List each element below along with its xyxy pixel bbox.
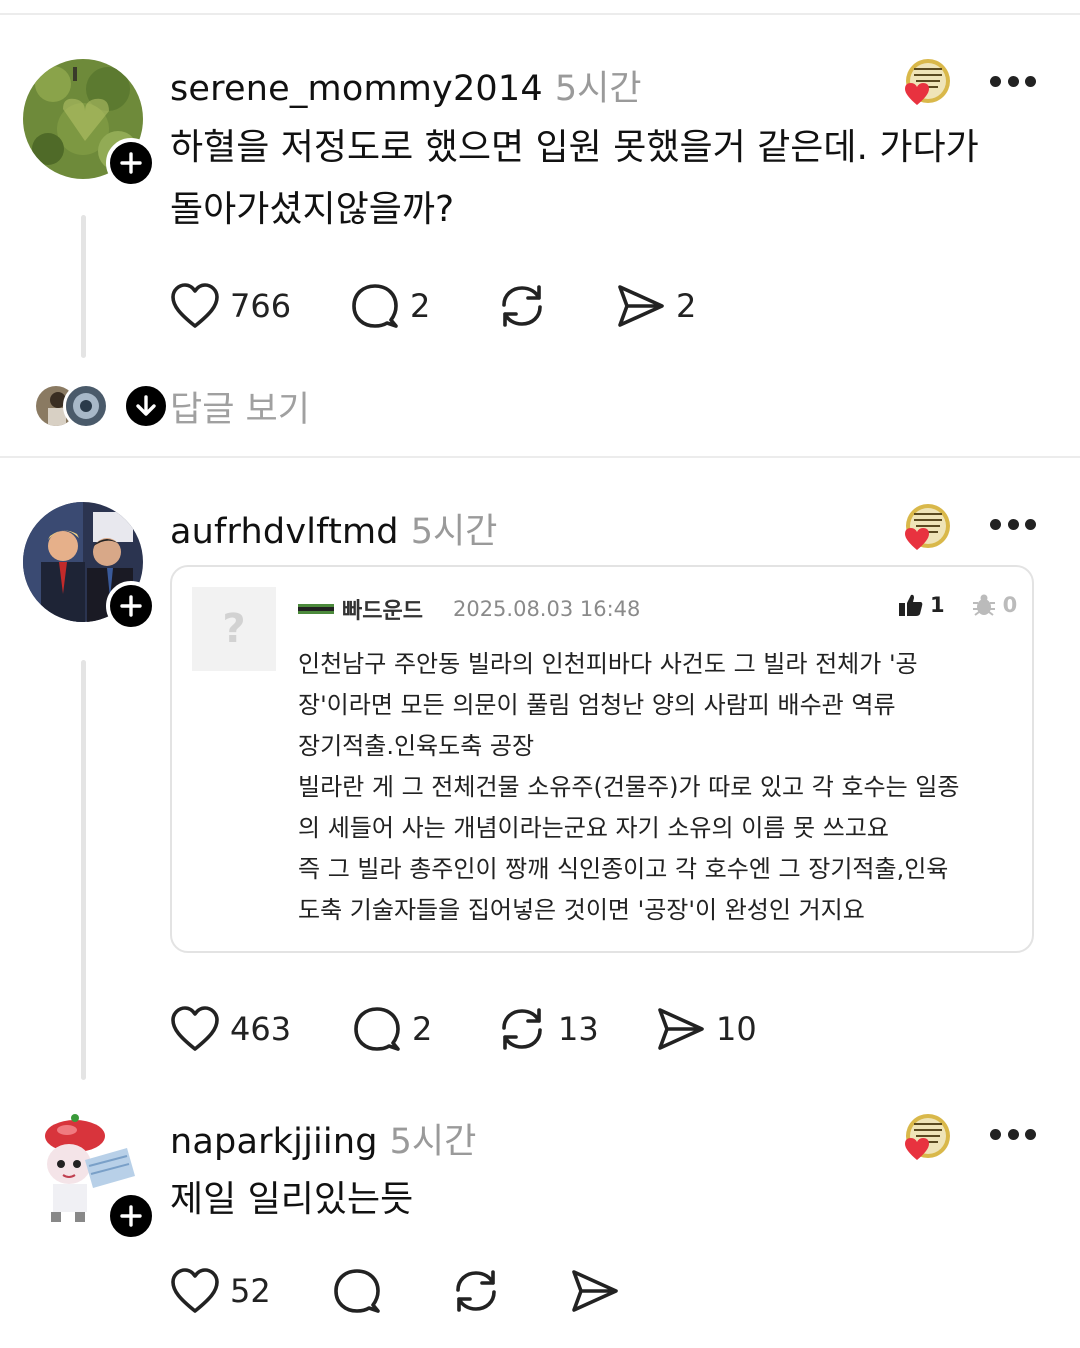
bug-icon — [972, 594, 995, 616]
repost-count: 13 — [558, 1010, 599, 1048]
comment-button[interactable]: 2 — [352, 1001, 432, 1057]
thumbs-up-icon — [899, 594, 923, 616]
quote-body: 인천남구 주안동 빌라의 인천피바다 사건도 그 빌라 전체가 '공 장'이라면… — [298, 644, 1018, 931]
repost-icon — [456, 1270, 496, 1312]
repost-icon — [502, 1008, 542, 1050]
post-text-line: 제일 일리있는듯 — [170, 1179, 414, 1220]
award-badge-icon[interactable] — [892, 55, 954, 117]
heart-icon — [171, 283, 219, 328]
plus-icon — [120, 595, 142, 617]
speech-bubble-icon — [334, 1269, 380, 1313]
avatar-wrap[interactable] — [23, 502, 156, 631]
comment-button[interactable] — [332, 1263, 382, 1319]
quote-line: 장'이라면 모든 의문이 풀림 엄청난 양의 사람피 배수관 역류 — [298, 691, 896, 719]
like-count: 463 — [230, 1010, 292, 1048]
more-dots-icon[interactable] — [990, 75, 1036, 87]
quote-date: 2025.08.03 16:48 — [452, 597, 641, 621]
top-divider — [0, 13, 1080, 15]
arrow-down-icon — [136, 395, 156, 416]
speech-bubble-icon — [354, 1007, 400, 1051]
send-icon — [572, 1270, 618, 1312]
award-badge-icon[interactable] — [892, 1110, 954, 1172]
heart-icon — [171, 1268, 219, 1313]
share-button[interactable]: 2 — [616, 278, 696, 334]
upvote-count: 1 — [930, 593, 945, 617]
comment-count: 2 — [412, 1010, 433, 1048]
repost-button[interactable]: 13 — [496, 1001, 599, 1057]
share-count: 10 — [716, 1010, 757, 1048]
share-button[interactable] — [570, 1263, 620, 1319]
award-badge-icon[interactable] — [892, 500, 954, 562]
plus-icon — [120, 152, 142, 174]
heart-icon — [171, 1006, 219, 1051]
follow-button[interactable] — [106, 581, 156, 631]
quote-line: 즉 그 빌라 총주인이 짱깨 식인종이고 각 호수엔 그 장기적출,인육 — [298, 855, 949, 883]
thread-line — [81, 660, 86, 1080]
post-text: 하혈을 저정도로 했으면 입원 못했을거 같은데. 가다가 돌아가셨지않을까? — [170, 117, 990, 241]
follow-button[interactable] — [106, 1191, 156, 1241]
like-button[interactable]: 52 — [170, 1263, 271, 1319]
send-icon — [618, 285, 664, 327]
post-text: 제일 일리있는듯 — [170, 1169, 990, 1231]
thread-line — [81, 215, 86, 358]
flag-icon — [298, 604, 334, 614]
replies-preview[interactable]: 답글 보기 — [33, 381, 433, 432]
quote-line: 빌라란 게 그 전체건물 소유주(건물주)가 따로 있고 각 호수는 일종 — [298, 773, 960, 801]
see-replies-link[interactable]: 답글 보기 — [170, 381, 310, 432]
timestamp: 5시간 — [554, 69, 642, 109]
share-button[interactable]: 10 — [656, 1001, 757, 1057]
comment-button[interactable]: 2 — [350, 278, 430, 334]
post-text-line: 하혈을 저정도로 했으면 입원 못했을거 같은데. 가다가 — [170, 127, 979, 168]
like-button[interactable]: 766 — [170, 278, 291, 334]
quote-line: 도축 기술자들을 집어넣은 것이면 '공장'이 완성인 거지요 — [298, 896, 865, 924]
quote-thumbnail: ? — [192, 587, 276, 671]
downvote-count: 0 — [1002, 593, 1018, 617]
quote-header: 빠드운드 2025.08.03 16:48 — [298, 593, 640, 625]
follow-button[interactable] — [106, 138, 156, 188]
like-count: 766 — [230, 287, 292, 325]
share-count: 2 — [676, 287, 697, 325]
avatar-wrap[interactable] — [23, 59, 156, 188]
quote-line: 장기적출.인육도축 공장 — [298, 732, 535, 760]
more-dots-icon[interactable] — [990, 1128, 1036, 1140]
username[interactable]: serene_mommy2014 — [170, 69, 543, 109]
repost-button[interactable] — [450, 1263, 502, 1319]
quote-votes: 1 0 — [898, 593, 1017, 617]
quote-line: 의 세들어 사는 개념이라는군요 자기 소유의 이름 못 쓰고요 — [298, 814, 889, 842]
repost-button[interactable] — [496, 278, 548, 334]
post-meta: naparkjjiing 5시간 — [170, 1113, 476, 1164]
post-text-line: 돌아가셨지않을까? — [170, 189, 455, 230]
username[interactable]: naparkjjiing — [170, 1122, 378, 1162]
expand-replies-button[interactable] — [123, 383, 169, 429]
quote-author: 빠드운드 — [342, 599, 423, 624]
post-divider — [0, 456, 1080, 458]
timestamp: 5시간 — [410, 512, 498, 552]
send-icon — [658, 1008, 704, 1050]
post-meta: serene_mommy2014 5시간 — [170, 60, 642, 111]
more-dots-icon[interactable] — [990, 518, 1036, 530]
repost-icon — [502, 285, 542, 327]
reply-avatar — [63, 383, 109, 429]
post-meta: aufrhdvlftmd 5시간 — [170, 503, 497, 554]
quoted-post-card[interactable]: ? 빠드운드 2025.08.03 16:48 1 0 인천남구 주안동 빌라의… — [170, 565, 1034, 953]
comment-count: 2 — [410, 287, 431, 325]
like-button[interactable]: 463 — [170, 1001, 291, 1057]
timestamp: 5시간 — [389, 1122, 477, 1162]
speech-bubble-icon — [352, 284, 398, 328]
username[interactable]: aufrhdvlftmd — [170, 512, 399, 552]
avatar-wrap[interactable] — [23, 1112, 156, 1241]
quote-line: 인천남구 주안동 빌라의 인천피바다 사건도 그 빌라 전체가 '공 — [298, 650, 918, 678]
like-count: 52 — [230, 1272, 271, 1310]
plus-icon — [120, 1205, 142, 1227]
